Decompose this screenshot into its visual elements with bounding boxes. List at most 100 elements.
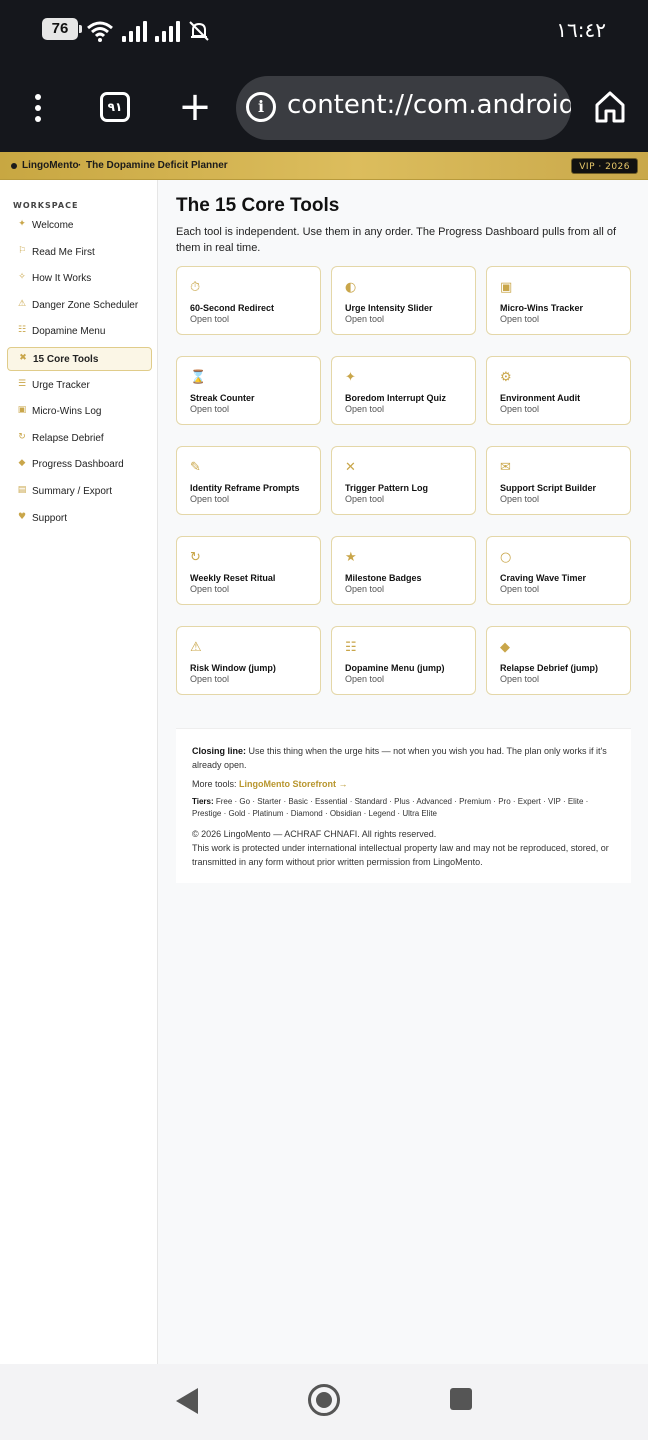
- tool-boredom-interrupt-quiz-icon: ✦: [345, 370, 356, 385]
- tool-title: Micro-Wins Tracker: [500, 303, 583, 313]
- open-tool-link[interactable]: Open tool: [345, 404, 384, 414]
- bell-muted-icon: [189, 21, 209, 41]
- tool-environment-audit-icon: ⚙: [500, 370, 512, 385]
- open-tool-link[interactable]: Open tool: [500, 584, 539, 594]
- wifi-icon: [87, 21, 113, 42]
- sidebar-item-micro-wins-log[interactable]: ▣ Micro-Wins Log: [7, 400, 152, 424]
- tool-title: 60-Second Redirect: [190, 303, 275, 313]
- tool-title: Dopamine Menu (jump): [345, 663, 445, 673]
- closing-line: Closing line: Use this thing when the ur…: [192, 744, 617, 772]
- sidebar-item-danger-zone-scheduler[interactable]: ⚠ Danger Zone Scheduler: [7, 294, 152, 318]
- sidebar-read-me-first-icon: ⚐: [17, 245, 27, 256]
- sidebar-item-relapse-debrief[interactable]: ↻ Relapse Debrief: [7, 427, 152, 451]
- sidebar-item-label: Progress Dashboard: [32, 459, 124, 471]
- sidebar-heading: WORKSPACE: [13, 201, 79, 210]
- sidebar-item-label: Danger Zone Scheduler: [32, 299, 139, 311]
- signal-icon-1: [122, 20, 147, 42]
- tool-card-support-script-builder[interactable]: ✉ Support Script Builder Open tool: [486, 446, 631, 515]
- open-tool-link[interactable]: Open tool: [190, 314, 229, 324]
- tiers-label: Tiers:: [192, 797, 214, 806]
- sidebar-item-read-me-first[interactable]: ⚐ Read Me First: [7, 241, 152, 265]
- open-tool-link[interactable]: Open tool: [500, 674, 539, 684]
- tool-card-60-second-redirect[interactable]: ⏱ 60-Second Redirect Open tool: [176, 266, 321, 335]
- tool-identity-reframe-prompts-icon: ✎: [190, 460, 201, 475]
- browser-toolbar: ٩١ + i content://com.android.fi: [0, 76, 648, 142]
- sidebar-item-label: Relapse Debrief: [32, 432, 104, 444]
- tool-card-environment-audit[interactable]: ⚙ Environment Audit Open tool: [486, 356, 631, 425]
- url-text: content://com.android.fi: [287, 90, 571, 120]
- sidebar-item-label: Urge Tracker: [32, 379, 90, 391]
- tool-card-risk-window-jump[interactable]: ⚠ Risk Window (jump) Open tool: [176, 626, 321, 695]
- tool-card-boredom-interrupt-quiz[interactable]: ✦ Boredom Interrupt Quiz Open tool: [331, 356, 476, 425]
- sidebar-item-15-core-tools[interactable]: ✖ 15 Core Tools: [7, 347, 152, 371]
- sidebar-item-label: How It Works: [32, 273, 92, 285]
- sidebar-item-dopamine-menu[interactable]: ☷ Dopamine Menu: [7, 320, 152, 344]
- open-tool-link[interactable]: Open tool: [345, 584, 384, 594]
- tool-card-trigger-pattern-log[interactable]: ✕ Trigger Pattern Log Open tool: [331, 446, 476, 515]
- open-tool-link[interactable]: Open tool: [345, 314, 384, 324]
- tool-title: Streak Counter: [190, 393, 255, 403]
- sidebar-item-urge-tracker[interactable]: ☰ Urge Tracker: [7, 374, 152, 398]
- home-icon[interactable]: [594, 90, 626, 124]
- open-tool-link[interactable]: Open tool: [190, 584, 229, 594]
- overflow-menu-icon[interactable]: [30, 94, 46, 124]
- tool-title: Support Script Builder: [500, 483, 597, 493]
- tool-title: Boredom Interrupt Quiz: [345, 393, 446, 403]
- tool-title: Trigger Pattern Log: [345, 483, 429, 493]
- info-icon[interactable]: i: [246, 92, 276, 122]
- sidebar-item-label: Micro-Wins Log: [32, 406, 102, 418]
- tab-switcher-button[interactable]: ٩١: [100, 92, 130, 122]
- tool-streak-counter-icon: ⌛: [190, 370, 207, 385]
- sidebar-item-progress-dashboard[interactable]: ◆ Progress Dashboard: [7, 453, 152, 477]
- sidebar-item-welcome[interactable]: ✦ Welcome: [7, 214, 152, 238]
- signal-icon-2: [155, 20, 180, 42]
- tool-card-milestone-badges[interactable]: ★ Milestone Badges Open tool: [331, 536, 476, 605]
- tool-card-identity-reframe-prompts[interactable]: ✎ Identity Reframe Prompts Open tool: [176, 446, 321, 515]
- recents-icon[interactable]: [450, 1388, 472, 1410]
- new-tab-icon[interactable]: +: [178, 87, 212, 128]
- storefront-link[interactable]: LingoMento Storefront →: [239, 779, 347, 789]
- open-tool-link[interactable]: Open tool: [500, 494, 539, 504]
- back-icon[interactable]: [176, 1388, 198, 1414]
- sidebar-item-label: Dopamine Menu: [32, 326, 106, 338]
- open-tool-link[interactable]: Open tool: [190, 404, 229, 414]
- page-description: Each tool is independent. Use them in an…: [176, 226, 617, 254]
- copyright: © 2026 LingoMento — ACHRAF CHNAFI. All r…: [192, 829, 437, 839]
- tool-card-weekly-reset-ritual[interactable]: ↻ Weekly Reset Ritual Open tool: [176, 536, 321, 605]
- open-tool-link[interactable]: Open tool: [190, 494, 229, 504]
- tool-support-script-builder-icon: ✉: [500, 460, 511, 475]
- tool-weekly-reset-ritual-icon: ↻: [190, 550, 201, 565]
- sidebar-item-how-it-works[interactable]: ✧ How It Works: [7, 267, 152, 291]
- main-content: The 15 Core Tools Each tool is independe…: [159, 180, 648, 1364]
- tool-card-dopamine-menu-jump[interactable]: ☷ Dopamine Menu (jump) Open tool: [331, 626, 476, 695]
- tool-card-relapse-debrief-jump[interactable]: ◆ Relapse Debrief (jump) Open tool: [486, 626, 631, 695]
- tool-card-streak-counter[interactable]: ⌛ Streak Counter Open tool: [176, 356, 321, 425]
- open-tool-link[interactable]: Open tool: [190, 674, 229, 684]
- sidebar-how-it-works-icon: ✧: [18, 272, 26, 283]
- tool-title: Relapse Debrief (jump): [500, 663, 599, 673]
- tool-card-urge-intensity-slider[interactable]: ◐ Urge Intensity Slider Open tool: [331, 266, 476, 335]
- sidebar-danger-zone-scheduler-icon: ⚠: [17, 298, 27, 309]
- sidebar-item-support[interactable]: ♥ Support: [7, 507, 152, 531]
- sidebar-item-label: Summary / Export: [32, 486, 113, 497]
- battery-indicator: 76: [42, 18, 82, 40]
- open-tool-link[interactable]: Open tool: [500, 314, 539, 324]
- sidebar-progress-dashboard-icon: ◆: [18, 458, 26, 469]
- open-tool-link[interactable]: Open tool: [500, 404, 539, 414]
- sidebar-micro-wins-log-icon: ▣: [17, 405, 27, 416]
- open-tool-link[interactable]: Open tool: [345, 674, 384, 684]
- sidebar-dopamine-menu-icon: ☷: [17, 325, 27, 336]
- tool-card-micro-wins-tracker[interactable]: ▣ Micro-Wins Tracker Open tool: [486, 266, 631, 335]
- tool-card-craving-wave-timer[interactable]: ○ Craving Wave Timer Open tool: [486, 536, 631, 605]
- open-tool-link[interactable]: Open tool: [345, 494, 384, 504]
- brand-separator: ·: [78, 160, 82, 171]
- tool-title: Milestone Badges: [345, 573, 422, 583]
- status-clock: ١٦:٤٢: [556, 18, 606, 42]
- closing-text: Use this thing when the urge hits — not …: [192, 746, 607, 770]
- address-bar[interactable]: i content://com.android.fi: [236, 76, 571, 140]
- home-button-icon[interactable]: [308, 1384, 340, 1416]
- brand-dot-icon: [11, 163, 17, 169]
- tool-60-second-redirect-icon: ⏱: [190, 280, 201, 295]
- status-icons: [86, 16, 210, 42]
- sidebar-item-summary-export[interactable]: ▤ Summary / Export: [7, 480, 152, 504]
